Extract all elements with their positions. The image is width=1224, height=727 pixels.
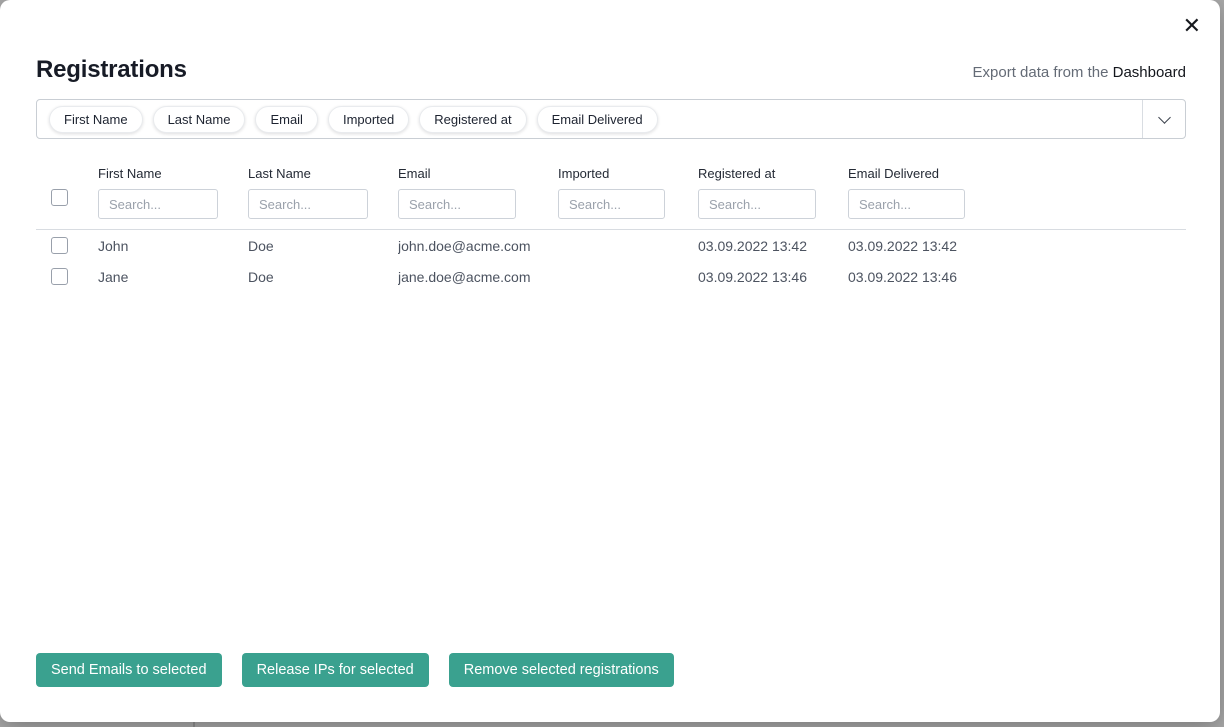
search-input-imported[interactable] <box>558 189 665 219</box>
search-input-first-name[interactable] <box>98 189 218 219</box>
cell-email: jane.doe@acme.com <box>398 269 558 285</box>
column-header-last-name: Last Name <box>248 166 398 181</box>
export-hint-text: Export data from the <box>973 64 1109 81</box>
column-header-registered-at: Registered at <box>698 166 848 181</box>
search-input-registered-at[interactable] <box>698 189 816 219</box>
send-emails-button[interactable]: Send Emails to selected <box>36 653 222 687</box>
cell-email-delivered: 03.09.2022 13:46 <box>848 269 1186 285</box>
search-input-email-delivered[interactable] <box>848 189 965 219</box>
column-filter-bar: First Name Last Name Email Imported Regi… <box>36 99 1186 139</box>
column-header-email: Email <box>398 166 558 181</box>
registrations-table: First Name Last Name Email Imported Regi… <box>36 166 1186 292</box>
chip-first-name[interactable]: First Name <box>49 106 143 133</box>
cell-first-name: Jane <box>98 269 248 285</box>
chevron-down-icon <box>1158 111 1171 124</box>
dashboard-link[interactable]: Dashboard <box>1113 64 1186 81</box>
registrations-modal: ✕ Registrations Export data from the Das… <box>0 0 1220 722</box>
column-header-first-name: First Name <box>98 166 248 181</box>
select-all-checkbox[interactable] <box>51 189 68 206</box>
cell-registered-at: 03.09.2022 13:46 <box>698 269 848 285</box>
chip-last-name[interactable]: Last Name <box>153 106 246 133</box>
row-checkbox[interactable] <box>51 237 68 254</box>
column-header-imported: Imported <box>558 166 698 181</box>
cell-registered-at: 03.09.2022 13:42 <box>698 238 848 254</box>
page-title: Registrations <box>36 56 187 84</box>
remove-registrations-button[interactable]: Remove selected registrations <box>449 653 674 687</box>
cell-first-name: John <box>98 238 248 254</box>
table-row: Jane Doe jane.doe@acme.com 03.09.2022 13… <box>36 261 1186 292</box>
search-input-last-name[interactable] <box>248 189 368 219</box>
column-chip-list: First Name Last Name Email Imported Regi… <box>37 106 1142 133</box>
row-checkbox[interactable] <box>51 268 68 285</box>
bulk-actions-bar: Send Emails to selected Release IPs for … <box>36 653 674 687</box>
column-header-email-delivered: Email Delivered <box>848 166 1186 181</box>
table-header: First Name Last Name Email Imported Regi… <box>36 166 1186 219</box>
close-icon[interactable]: ✕ <box>1181 13 1203 39</box>
release-ips-button[interactable]: Release IPs for selected <box>242 653 429 687</box>
table-body: John Doe john.doe@acme.com 03.09.2022 13… <box>36 229 1186 292</box>
cell-email: john.doe@acme.com <box>398 238 558 254</box>
modal-header: Registrations Export data from the Dashb… <box>36 56 1186 84</box>
cell-email-delivered: 03.09.2022 13:42 <box>848 238 1186 254</box>
table-row: John Doe john.doe@acme.com 03.09.2022 13… <box>36 230 1186 261</box>
chip-email-delivered[interactable]: Email Delivered <box>537 106 658 133</box>
search-input-email[interactable] <box>398 189 516 219</box>
filter-dropdown-button[interactable] <box>1143 100 1185 138</box>
export-hint: Export data from the Dashboard <box>973 64 1186 81</box>
chip-imported[interactable]: Imported <box>328 106 409 133</box>
chip-registered-at[interactable]: Registered at <box>419 106 526 133</box>
chip-email[interactable]: Email <box>255 106 318 133</box>
cell-last-name: Doe <box>248 238 398 254</box>
cell-last-name: Doe <box>248 269 398 285</box>
